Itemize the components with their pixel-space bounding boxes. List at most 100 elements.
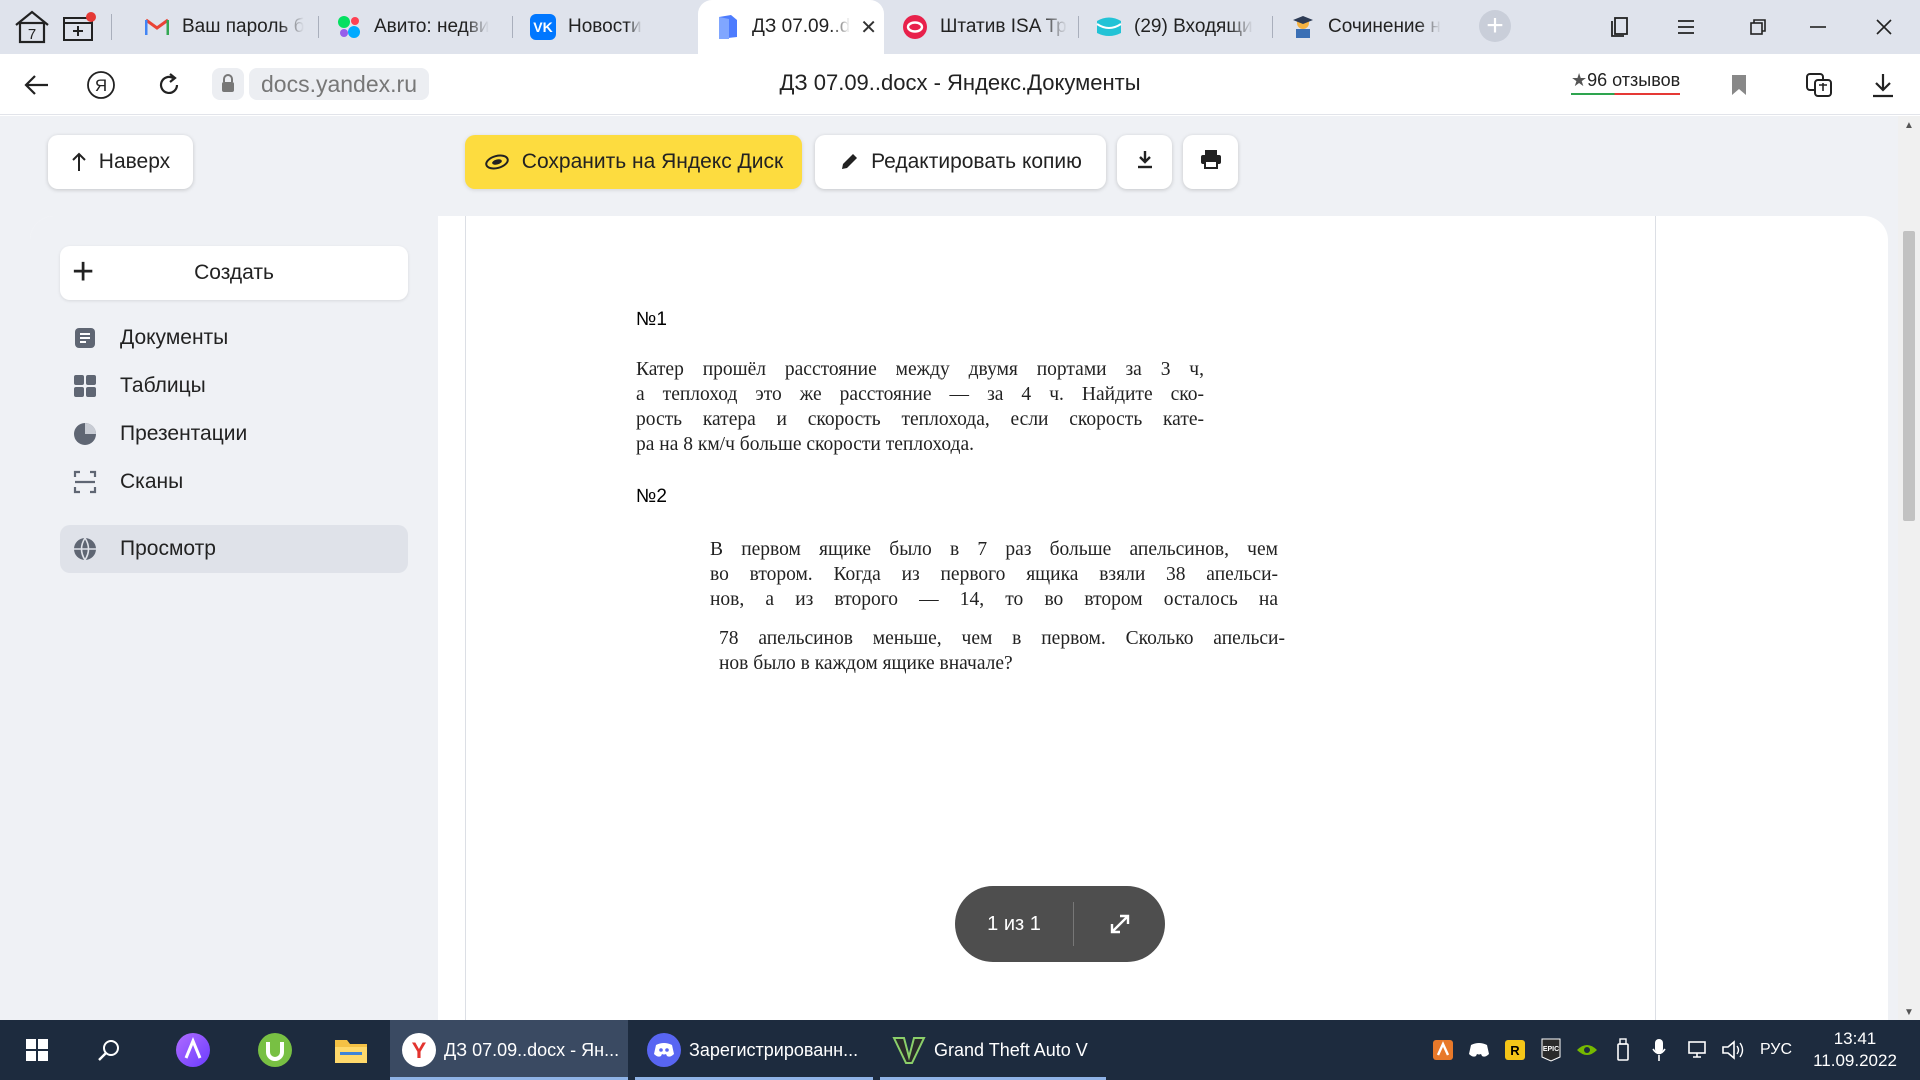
print-button[interactable] xyxy=(1183,135,1238,189)
svg-text:R: R xyxy=(1510,1043,1520,1058)
taskbar-app-label: Зарегистрированн... xyxy=(689,1039,859,1060)
collections-button[interactable] xyxy=(1602,10,1638,44)
restore-icon xyxy=(1750,19,1766,35)
text-line: В первом ящике было в 7 раз больше апель… xyxy=(710,539,1278,560)
clock-time: 13:41 xyxy=(1833,1029,1877,1048)
tab-title: Сочинение н xyxy=(1328,16,1441,37)
tab-essay[interactable]: Сочинение н xyxy=(1280,8,1458,46)
taskbar-app-gta[interactable]: Grand Theft Auto V xyxy=(880,1020,1106,1080)
save-to-disk-button[interactable]: Сохранить на Яндекс Диск xyxy=(465,135,802,189)
page-scrollbar[interactable]: ▲ ▼ xyxy=(1898,116,1920,1020)
taskbar-app-discord[interactable]: Зарегистрированн... xyxy=(635,1020,873,1080)
bookmark-button[interactable] xyxy=(1720,66,1758,104)
reviews-link[interactable]: ★96 отзывов xyxy=(1571,70,1681,95)
tab-gmail[interactable]: Ваш пароль б xyxy=(134,8,310,46)
scan-icon xyxy=(72,469,98,495)
text-line: Катер прошёл расстояние между двумя порт… xyxy=(636,359,1204,380)
microphone-icon[interactable] xyxy=(1644,1020,1674,1080)
tray-epic-icon[interactable]: EPIC xyxy=(1536,1020,1566,1080)
arrow-left-icon xyxy=(24,75,48,95)
downloads-button[interactable] xyxy=(1864,66,1902,104)
close-window-button[interactable] xyxy=(1866,10,1902,44)
sidebar-item-tables[interactable]: Таблицы xyxy=(60,362,408,410)
search-button[interactable] xyxy=(76,1020,142,1080)
keyboard-language[interactable]: РУС xyxy=(1756,1020,1796,1080)
save-to-disk-label: Сохранить на Яндекс Диск xyxy=(521,150,784,173)
lock-icon[interactable] xyxy=(212,68,244,100)
tab-avito[interactable]: Авито: недви xyxy=(326,8,504,46)
sidebar-item-presentations[interactable]: Презентации xyxy=(60,410,408,458)
collections-icon xyxy=(1611,17,1628,37)
add-tab-icon xyxy=(63,12,96,41)
scroll-up-arrow-icon[interactable]: ▲ xyxy=(1904,120,1914,131)
sidebar-item-label: Просмотр xyxy=(120,537,216,560)
download-button[interactable] xyxy=(1117,135,1172,189)
svg-text:7: 7 xyxy=(28,26,36,43)
gmail-icon xyxy=(144,14,170,40)
scroll-down-arrow-icon[interactable]: ▼ xyxy=(1904,1007,1914,1018)
tray-rockstar-icon[interactable]: R xyxy=(1500,1020,1530,1080)
new-tab-button[interactable]: + xyxy=(1479,10,1511,42)
viewer-content: Наверх Сохранить на Яндекс Диск Редактир… xyxy=(0,116,1898,1020)
taskbar-app-yandex-browser[interactable]: Y ДЗ 07.09..docx - Ян... xyxy=(390,1020,628,1080)
fullscreen-button[interactable] xyxy=(1075,886,1165,962)
reviews-count: 96 отзывов xyxy=(1587,70,1681,90)
sidebar-item-scans[interactable]: Сканы xyxy=(60,458,408,506)
windows-icon xyxy=(26,1039,48,1061)
scrollbar-thumb[interactable] xyxy=(1903,231,1915,521)
reload-icon xyxy=(159,73,179,94)
browser-tab-strip: 7 Ваш пароль б Авито: недви VK Новости Д… xyxy=(0,0,1920,54)
menu-button[interactable] xyxy=(1668,10,1704,44)
translate-button[interactable] xyxy=(1800,66,1838,104)
text-line: во втором. Когда из первого ящика взяли … xyxy=(710,564,1278,585)
tray-discord-icon[interactable] xyxy=(1464,1020,1494,1080)
task1-heading: №1 xyxy=(636,309,667,330)
tab-vk-news[interactable]: VK Новости xyxy=(520,8,698,46)
address-bar-url[interactable]: docs.yandex.ru xyxy=(249,68,429,100)
volume-icon[interactable] xyxy=(1718,1020,1748,1080)
tab-groups-button[interactable]: 7 xyxy=(10,8,54,46)
close-icon[interactable]: ✕ xyxy=(860,15,877,40)
file-explorer-button[interactable] xyxy=(318,1020,384,1080)
text-line: а теплоход это же расстояние — за 4 ч. Н… xyxy=(636,384,1204,405)
text-line: 78 апельсинов меньше, чем в первом. Скол… xyxy=(719,628,1285,649)
minimize-button[interactable] xyxy=(1800,10,1836,44)
alice-icon xyxy=(176,1033,210,1067)
utorrent-button[interactable] xyxy=(242,1020,308,1080)
text-line: рость катера и скорость теплохода, если … xyxy=(636,409,1204,430)
create-button[interactable]: + Создать xyxy=(60,246,408,300)
reload-button[interactable] xyxy=(150,66,188,104)
create-label: Создать xyxy=(194,261,274,284)
tab-title: Ваш пароль б xyxy=(182,16,305,37)
browser-navbar: Я docs.yandex.ru ДЗ 07.09..docx - Яндекс… xyxy=(0,54,1920,115)
avito-icon xyxy=(336,14,362,40)
tab-divider xyxy=(318,16,319,38)
sidebar-item-preview[interactable]: Просмотр xyxy=(60,525,408,573)
bookmark-icon xyxy=(1732,75,1746,95)
tab-mail-inbox[interactable]: (29) Входящи xyxy=(1086,8,1264,46)
tab-title: Новости xyxy=(568,16,642,37)
yandex-button[interactable]: Я xyxy=(82,66,120,104)
system-clock[interactable]: 13:41 11.09.2022 xyxy=(1800,1028,1910,1072)
restore-button[interactable] xyxy=(1740,10,1776,44)
tab-ozon[interactable]: Штатив ISA Тр xyxy=(892,8,1070,46)
text-line: нов, а из второго — 14, то во втором ост… xyxy=(710,589,1278,610)
alice-button[interactable] xyxy=(160,1020,226,1080)
sidebar-item-documents[interactable]: Документы xyxy=(60,314,408,362)
tray-app-icon[interactable] xyxy=(1428,1020,1458,1080)
usb-drive-icon[interactable] xyxy=(1608,1020,1638,1080)
svg-text:Я: Я xyxy=(95,76,107,95)
page-title: ДЗ 07.09..docx - Яндекс.Документы xyxy=(779,70,1141,95)
menu-icon xyxy=(1678,20,1694,34)
edit-copy-button[interactable]: Редактировать копию xyxy=(815,135,1106,189)
gta-icon xyxy=(892,1033,926,1067)
tray-nvidia-icon[interactable] xyxy=(1572,1020,1602,1080)
globe-icon xyxy=(72,536,98,562)
network-icon[interactable] xyxy=(1682,1020,1712,1080)
yandex-icon: Я xyxy=(87,71,115,99)
back-button[interactable] xyxy=(18,66,56,104)
start-button[interactable] xyxy=(4,1020,70,1080)
scroll-up-button[interactable]: Наверх xyxy=(48,135,193,189)
new-tab-group-button[interactable] xyxy=(58,8,102,46)
tab-yandex-docs[interactable]: ДЗ 07.09..d ✕ xyxy=(698,0,884,54)
